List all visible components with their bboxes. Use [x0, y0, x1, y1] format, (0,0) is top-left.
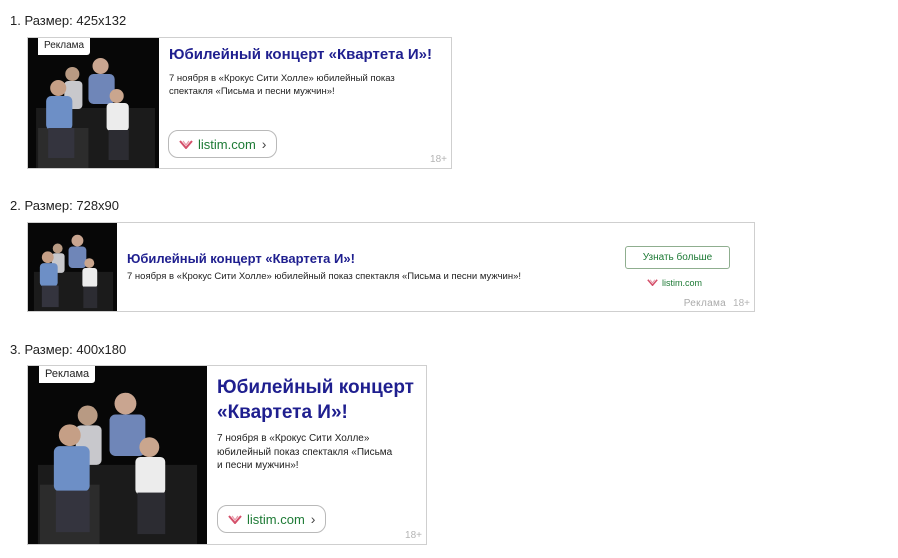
ad-title-line: «Квартета И»!: [217, 402, 348, 423]
ad-footer-label: Реклама: [683, 298, 726, 309]
age-rating: 18+: [733, 298, 750, 309]
domain-text: listim.com: [247, 511, 305, 527]
section-label-1: 1. Размер: 425x132: [10, 13, 127, 28]
listim-logo-icon: [228, 512, 242, 527]
chevron-right-icon: ›: [310, 511, 316, 527]
ad-description-line: юбилейный показ спектакля «Письма: [217, 446, 393, 458]
listim-logo-icon: [647, 278, 658, 288]
domain-button[interactable]: listim.com ›: [217, 505, 326, 533]
ad-425x132[interactable]: Реклама Юбилейный концерт «Квартета И»! …: [27, 37, 452, 169]
ad-description: 7 ноября в «Крокус Сити Холле» юбилейный…: [217, 432, 392, 473]
ad-description: 7 ноября в «Крокус Сити Холле» юбилейный…: [169, 72, 395, 98]
domain-button[interactable]: listim.com ›: [168, 130, 277, 158]
chevron-right-icon: ›: [261, 136, 267, 152]
performers-image: [28, 38, 159, 168]
ad-photo[interactable]: [28, 38, 159, 168]
performers-image: [28, 223, 117, 311]
learn-more-button[interactable]: Узнать больше: [625, 246, 730, 269]
ad-400x180[interactable]: Реклама Юбилейный концерт «Квартета И»! …: [27, 365, 427, 545]
section-label-3: 3. Размер: 400x180: [10, 342, 127, 357]
age-rating: 18+: [405, 530, 422, 541]
ad-badge: Реклама: [38, 38, 91, 55]
ad-photo[interactable]: [28, 366, 207, 544]
domain-text: listim.com: [198, 136, 256, 152]
age-rating: 18+: [430, 154, 447, 165]
ad-title[interactable]: Юбилейный концерт «Квартета И»!: [127, 251, 355, 266]
ad-description-line: и песни мужчин»!: [217, 460, 299, 471]
ad-description: 7 ноября в «Крокус Сити Холле» юбилейный…: [127, 271, 522, 282]
performers-image: [28, 366, 207, 544]
ad-title[interactable]: Юбилейный концерт «Квартета И»!: [217, 375, 414, 425]
ad-title-line: Юбилейный концерт: [217, 377, 414, 398]
domain-text: listim.com: [662, 278, 702, 288]
ad-title[interactable]: Юбилейный концерт «Квартета И»!: [169, 46, 432, 63]
ad-728x90[interactable]: Юбилейный концерт «Квартета И»! 7 ноября…: [27, 222, 755, 312]
ad-description-line: 7 ноября в «Крокус Сити Холле»: [217, 433, 370, 444]
section-label-2: 2. Размер: 728x90: [10, 198, 120, 213]
listim-logo-icon: [179, 137, 193, 152]
ad-description-line: спектакля «Письма и песни мужчин»!: [169, 86, 335, 97]
domain-link[interactable]: listim.com: [647, 278, 702, 288]
ad-photo[interactable]: [28, 223, 117, 311]
ad-badge: Реклама: [39, 366, 96, 383]
ad-description-line: 7 ноября в «Крокус Сити Холле» юбилейный…: [169, 73, 395, 84]
